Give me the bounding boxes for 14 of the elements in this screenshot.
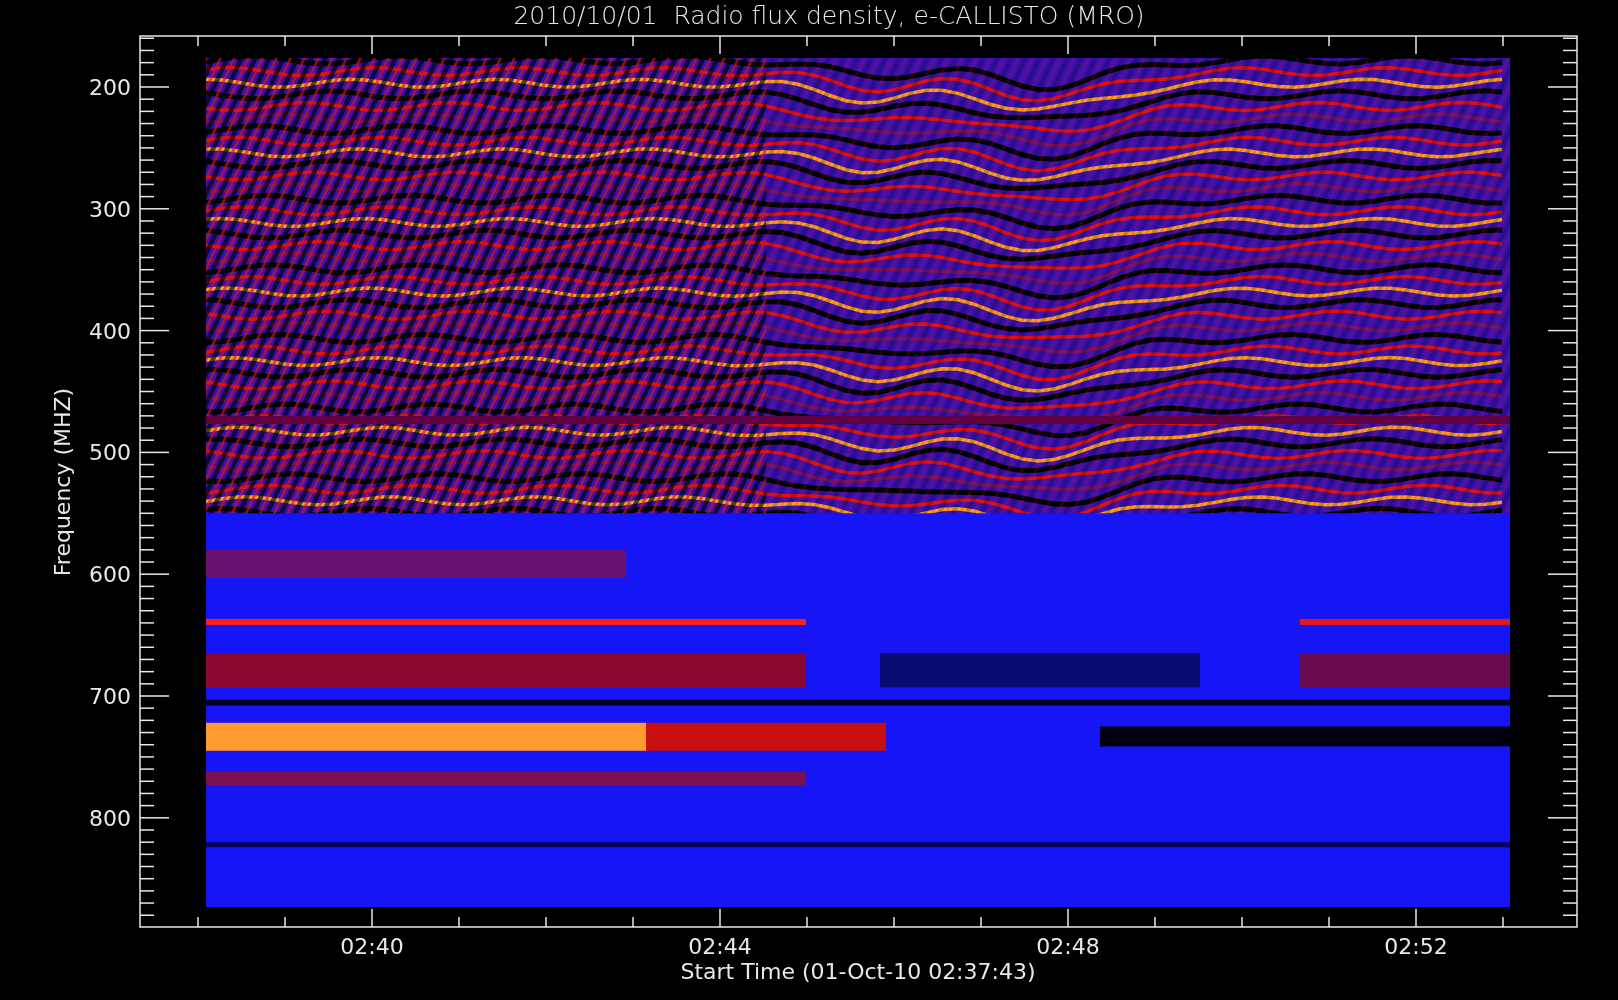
chart-title: 2010/10/01 Radio flux density, e-CALLISTO (MRO): [513, 2, 1145, 30]
axis-tick-label: 02:52: [1384, 934, 1448, 959]
axis-tick-label: 500: [89, 440, 131, 466]
axis-tick-label: 800: [89, 805, 131, 831]
axis-title: Frequency (MHZ): [50, 387, 75, 577]
axis-tick-label: 02:44: [688, 934, 752, 959]
axis-title: Start Time (01-Oct-10 02:37:43): [680, 959, 1036, 984]
axis-tick-label: 600: [89, 562, 131, 588]
axis-tick-label: 400: [89, 318, 131, 344]
axis-tick-label: 700: [89, 684, 131, 709]
axis-tick-label: 300: [89, 196, 131, 222]
axis-tick-label: 02:48: [1036, 934, 1100, 959]
axis-tick-label: 200: [89, 75, 131, 100]
axis-tick-label: 02:40: [340, 934, 404, 959]
